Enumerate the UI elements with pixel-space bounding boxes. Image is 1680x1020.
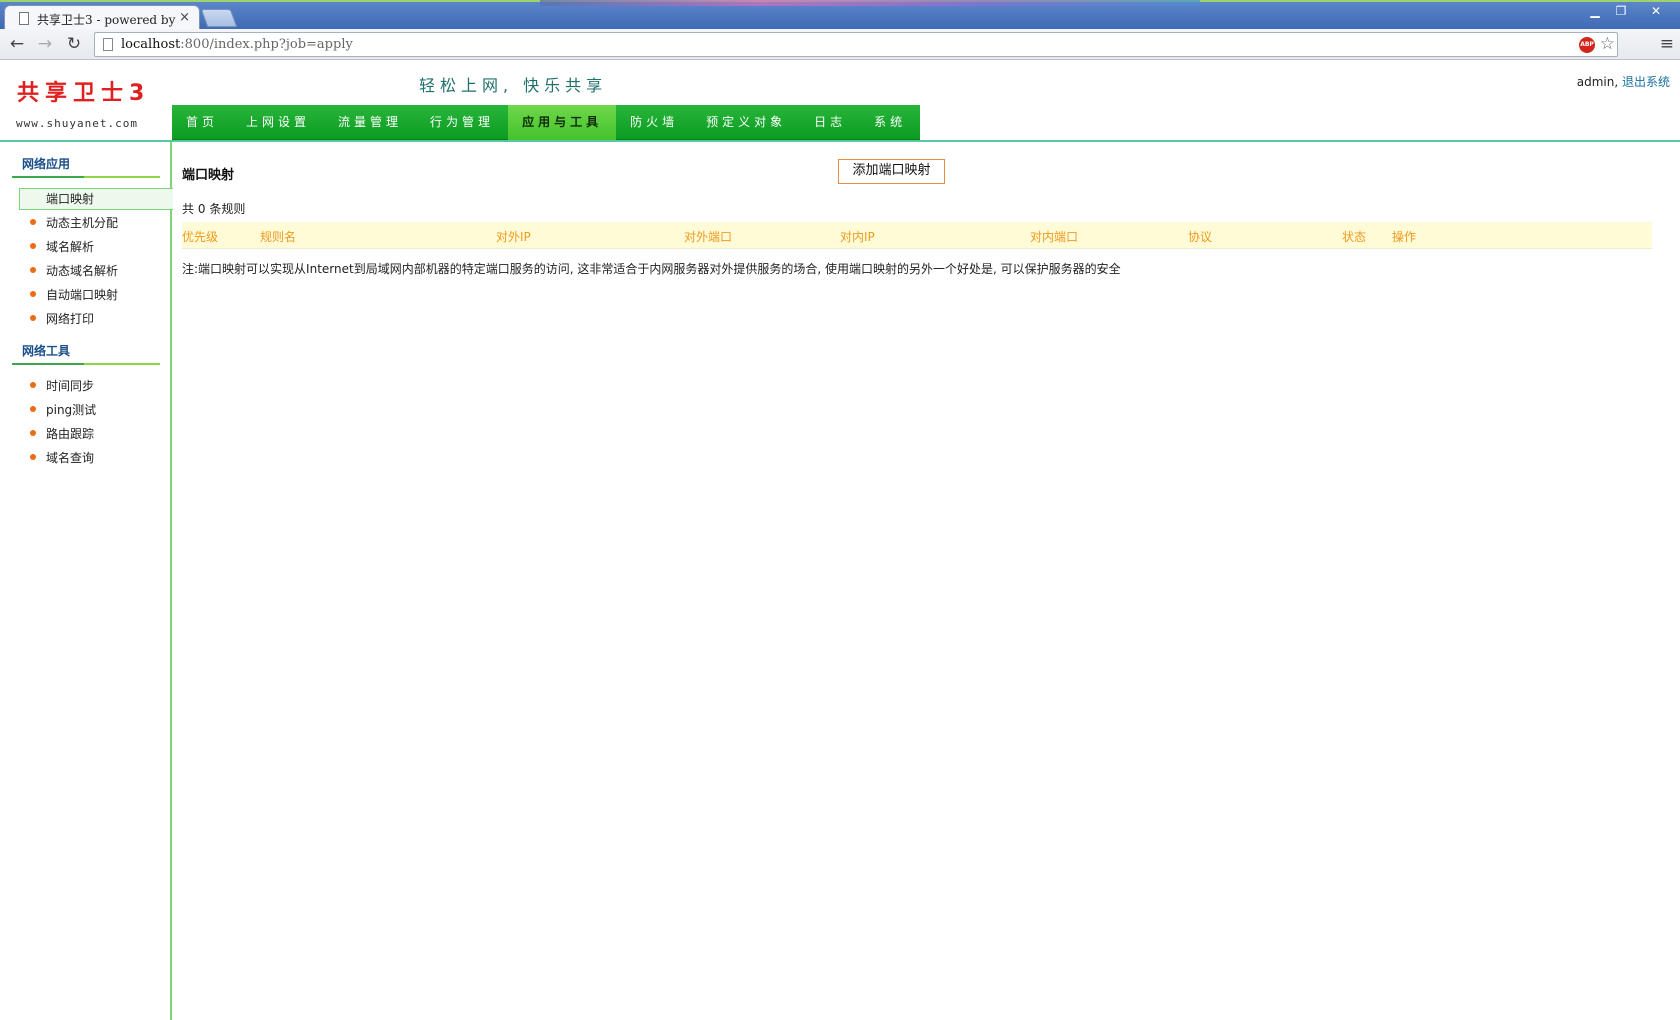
sidebar-item[interactable]: 动态主机分配 <box>12 212 160 236</box>
column-header-rule-name: 规则名 <box>260 230 297 244</box>
rule-count: 共 0 条规则 <box>182 202 246 216</box>
column-header-external-ip: 对外IP <box>496 230 531 244</box>
new-tab-button[interactable] <box>200 9 238 27</box>
sidebar-item[interactable]: 路由跟踪 <box>12 423 160 447</box>
column-header-internal-ip: 对内IP <box>840 230 875 244</box>
sidebar-item[interactable]: ping测试 <box>12 399 160 423</box>
sidebar: 网络应用 端口映射动态主机分配 域名解析动态域名解析 自动端口映射 网络打印 网络工具… <box>0 142 173 1020</box>
sidebar-section-title: 网络工具 <box>12 339 160 365</box>
sidebar-item-label: ping测试 <box>46 403 97 417</box>
page-icon <box>19 12 29 25</box>
nav-item-logs[interactable]: 日志 <box>800 105 860 140</box>
tab-close-icon[interactable]: × <box>179 10 190 25</box>
maximize-button[interactable]: ❐ <box>1608 3 1634 20</box>
sidebar-list: 端口映射动态主机分配 域名解析动态域名解析 自动端口映射 网络打印 <box>12 188 173 332</box>
bullet-icon <box>30 291 36 297</box>
logo-title: 共享卫士3 <box>17 81 151 106</box>
nav-item-apps-and-tools[interactable]: 应用与工具 <box>508 105 617 140</box>
bullet-icon <box>30 454 36 460</box>
sidebar-item[interactable]: 时间同步 <box>12 375 160 399</box>
sidebar-item-label: 网络打印 <box>46 312 95 326</box>
forward-arrow-icon[interactable]: → <box>34 33 56 55</box>
bullet-icon <box>30 243 36 249</box>
sidebar-item-label: 自动端口映射 <box>46 288 119 302</box>
sidebar-item-label: 路由跟踪 <box>46 427 95 441</box>
header-divider <box>0 140 1680 142</box>
table-header: 优先级 规则名 对外IP 对外端口 对内IP 对内端口 协议 状态 操作 <box>182 222 1652 249</box>
bullet-icon <box>30 315 36 321</box>
reload-icon[interactable]: ↻ <box>63 33 85 55</box>
sidebar-section-network-apps: 网络应用 端口映射动态主机分配 域名解析动态域名解析 自动端口映射 网络打印 <box>12 152 173 332</box>
main-nav: 首页 上网设置 流量管理 行为管理 应用与工具 防火墙 预定义对象 日志 系统 <box>172 105 921 140</box>
bullet-icon <box>30 430 36 436</box>
username: admin, <box>1576 75 1619 89</box>
column-header-priority: 优先级 <box>182 230 219 244</box>
browser-toolbar: ← → ↻ localhost:800/index.php?job=apply … <box>0 29 1680 60</box>
slogan: 轻松上网, 快乐共享 <box>419 76 608 95</box>
bullet-icon <box>30 406 36 412</box>
url-text[interactable]: localhost:800/index.php?job=apply <box>121 37 353 52</box>
titlebar-decoration <box>540 0 1200 6</box>
help-note: 注:端口映射可以实现从Internet到局域网内部机器的特定端口服务的访问, 这… <box>182 262 1121 276</box>
add-port-mapping-button[interactable]: 添加端口映射 <box>838 159 945 184</box>
minimize-button[interactable]: ▁ <box>1582 3 1608 20</box>
back-arrow-icon[interactable]: ← <box>6 33 28 55</box>
column-header-status: 状态 <box>1342 230 1367 244</box>
bullet-icon <box>30 267 36 273</box>
nav-item-behavior-management[interactable]: 行为管理 <box>416 105 508 140</box>
sidebar-item-label: 端口映射 <box>46 192 95 206</box>
column-header-external-port: 对外端口 <box>684 230 733 244</box>
close-window-button[interactable]: ✕ <box>1634 3 1678 20</box>
column-header-protocol: 协议 <box>1188 230 1213 244</box>
bookmark-star-icon[interactable]: ☆ <box>1600 34 1615 54</box>
sidebar-item-label: 域名解析 <box>46 240 95 254</box>
page: 共享卫士3 www.shuyanet.com 轻松上网, 快乐共享 admin,… <box>0 61 1680 1020</box>
nav-item-home[interactable]: 首页 <box>172 105 232 140</box>
browser-tab[interactable]: 共享卫士3 - powered by × <box>4 5 200 31</box>
address-bar[interactable]: localhost:800/index.php?job=apply ABP ☆ <box>94 32 1618 57</box>
page-title: 端口映射 <box>182 168 235 183</box>
sidebar-item[interactable]: 自动端口映射 <box>12 284 160 308</box>
sidebar-item-label: 时间同步 <box>46 379 95 393</box>
user-area: admin, 退出系统 <box>1577 73 1670 90</box>
sidebar-item[interactable]: 域名查询 <box>12 447 160 471</box>
column-header-internal-port: 对内端口 <box>1030 230 1079 244</box>
sidebar-item[interactable]: 网络打印 <box>12 308 160 332</box>
sidebar-item-label: 动态域名解析 <box>46 264 119 278</box>
nav-item-traffic-management[interactable]: 流量管理 <box>324 105 416 140</box>
logout-link[interactable]: 退出系统 <box>1622 75 1670 89</box>
tab-title: 共享卫士3 - powered by <box>37 13 176 27</box>
browser-titlebar: 共享卫士3 - powered by × ▁ ❐ ✕ <box>0 0 1680 31</box>
sidebar-item-label: 域名查询 <box>46 451 95 465</box>
sidebar-section-network-tools: 网络工具 时间同步 ping测试 路由跟踪域名查询 <box>12 339 160 471</box>
sidebar-list: 时间同步 ping测试 路由跟踪域名查询 <box>12 375 160 471</box>
bullet-icon <box>30 219 36 225</box>
adblock-icon[interactable]: ABP <box>1579 37 1595 53</box>
nav-item-system[interactable]: 系统 <box>860 105 920 140</box>
nav-item-firewall[interactable]: 防火墙 <box>616 105 692 140</box>
page-icon <box>103 38 113 51</box>
sidebar-item[interactable]: 动态域名解析 <box>12 260 160 284</box>
logo-url: www.shuyanet.com <box>16 117 138 130</box>
nav-item-internet-settings[interactable]: 上网设置 <box>232 105 324 140</box>
sidebar-item[interactable]: 域名解析 <box>12 236 160 260</box>
nav-item-predefined-objects[interactable]: 预定义对象 <box>692 105 800 140</box>
sidebar-item-label: 动态主机分配 <box>46 216 119 230</box>
browser-menu-icon[interactable]: ≡ <box>1660 34 1674 54</box>
sidebar-item[interactable]: 端口映射 <box>19 188 173 210</box>
bullet-icon <box>30 382 36 388</box>
column-header-actions: 操作 <box>1392 230 1417 244</box>
sidebar-section-title: 网络应用 <box>12 152 160 178</box>
